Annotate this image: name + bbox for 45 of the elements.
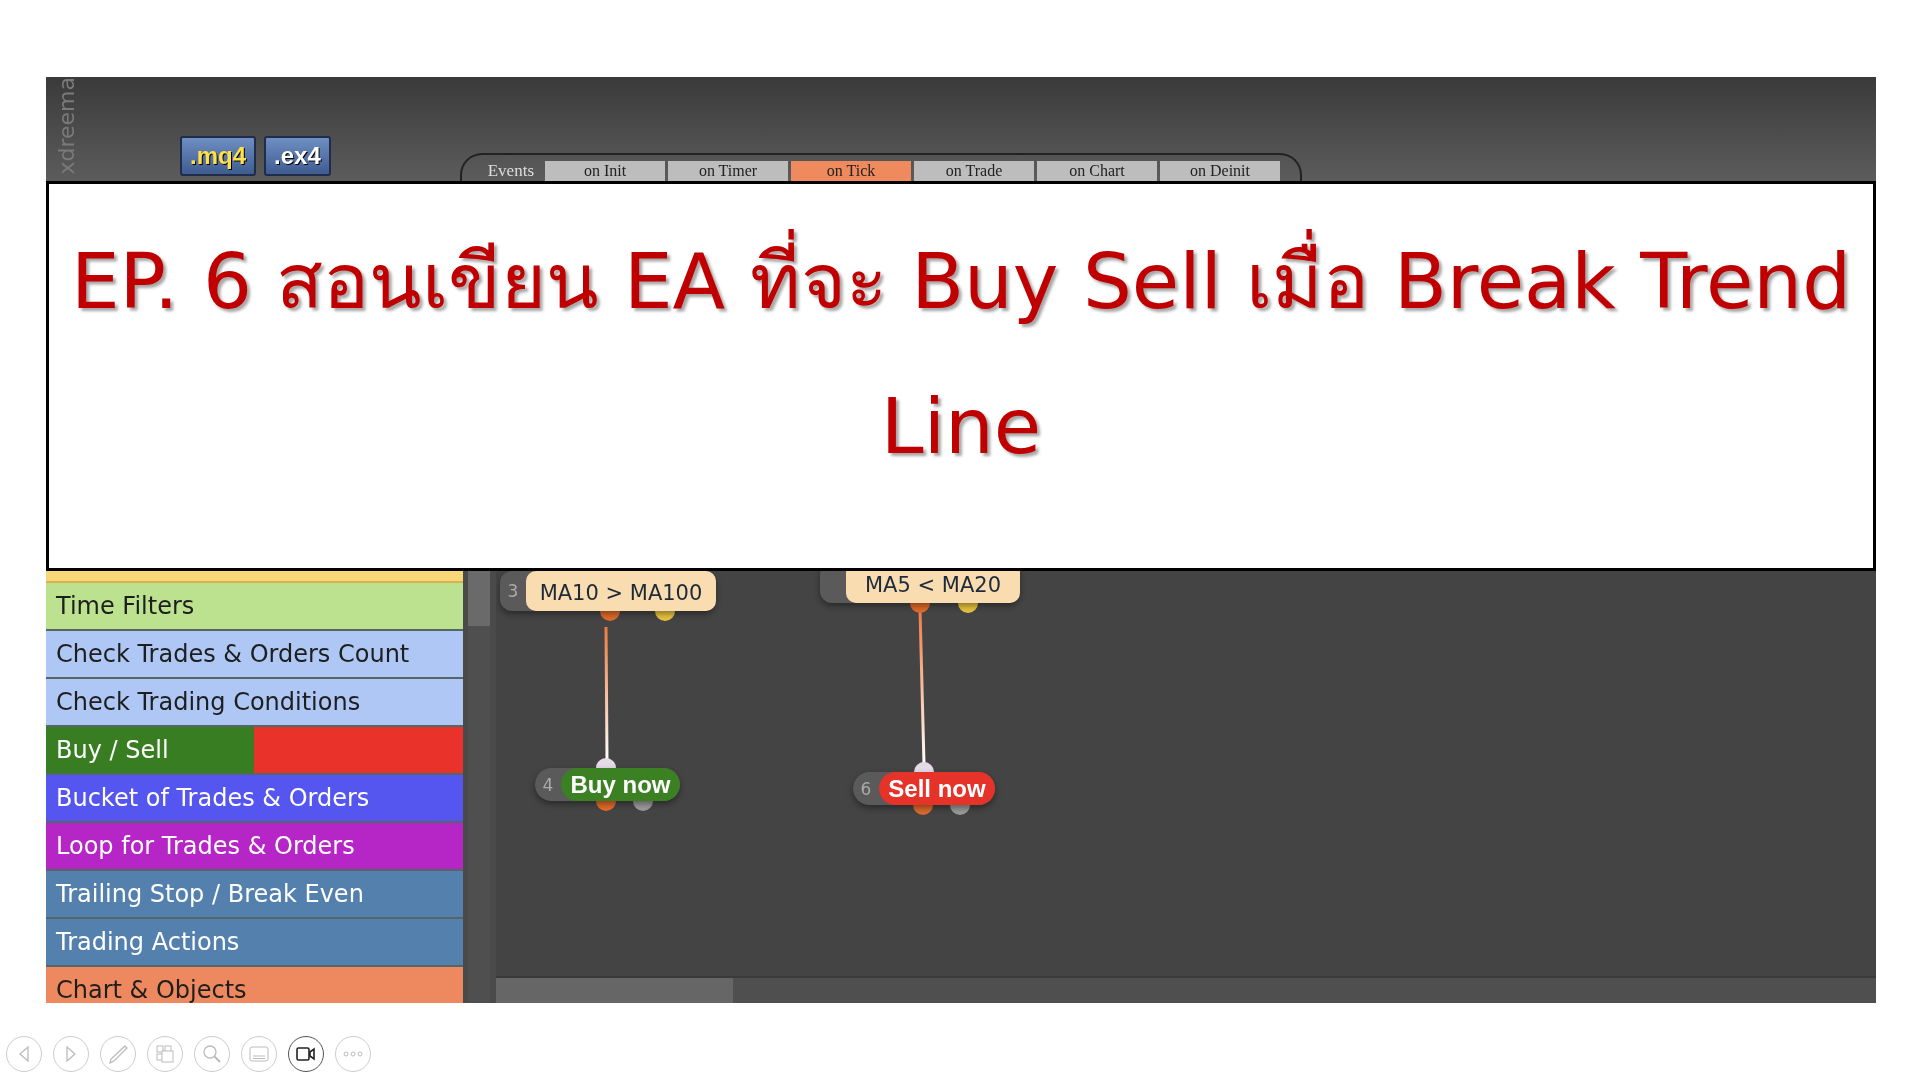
left-triangle-icon [18, 1046, 30, 1062]
category-item[interactable]: Buy / Sell [46, 727, 463, 775]
logo-text: xdreema [54, 77, 80, 175]
camera-button[interactable] [288, 1036, 324, 1072]
category-item[interactable]: Chart & Objects [46, 967, 463, 1003]
vertical-scrollbar[interactable] [468, 571, 490, 1003]
block-node[interactable]: 3 MA10 > MA100 [500, 571, 716, 611]
block-label: Sell now [879, 772, 995, 805]
block-node[interactable]: 4 Buy now [535, 768, 680, 801]
horizontal-scrollbar[interactable] [496, 976, 1876, 1003]
block-label: Buy now [561, 768, 680, 801]
previous-slide-button[interactable] [6, 1036, 42, 1072]
category-item[interactable]: Trading Actions [46, 919, 463, 967]
block-number: 3 [506, 581, 520, 601]
category-item[interactable]: Bucket of Trades & Orders [46, 775, 463, 823]
slide-title: EP. 6 สอนเขียน EA ที่จะ Buy Sell เมื่อ Break Trend Line [59, 209, 1863, 499]
ellipsis-icon [343, 1051, 363, 1057]
event-tab[interactable]: on Deinit [1160, 161, 1280, 181]
block-label: MA10 > MA100 [526, 571, 716, 611]
subtitles-icon [249, 1046, 269, 1062]
event-tab[interactable]: on Timer [668, 161, 788, 181]
zoom-button[interactable] [194, 1036, 230, 1072]
see-all-slides-button[interactable] [147, 1036, 183, 1072]
events-label: Events [487, 161, 534, 181]
category-item[interactable]: Loop for Trades & Orders [46, 823, 463, 871]
block-number: 6 [859, 778, 873, 799]
category-item[interactable]: Trailing Stop / Break Even [46, 871, 463, 919]
file-type-button[interactable]: .ex4 [264, 136, 331, 176]
event-tab[interactable]: on Chart [1037, 161, 1157, 181]
right-triangle-icon [65, 1046, 77, 1062]
file-type-button[interactable]: .mq4 [180, 136, 256, 176]
event-tab[interactable]: on Trade [914, 161, 1034, 181]
block-node[interactable]: 6 Sell now [853, 772, 995, 805]
event-tab[interactable]: on Tick [791, 161, 911, 181]
category-item[interactable]: Check Trades & Orders Count [46, 631, 463, 679]
slides-grid-icon [155, 1044, 175, 1064]
category-item[interactable]: Check Trading Conditions [46, 679, 463, 727]
event-tab[interactable]: on Init [545, 161, 665, 181]
next-slide-button[interactable] [53, 1036, 89, 1072]
pen-button[interactable] [100, 1036, 136, 1072]
magnifier-icon [202, 1044, 222, 1064]
block-number: 4 [541, 774, 555, 795]
video-camera-icon [296, 1047, 316, 1061]
pen-icon [108, 1044, 128, 1064]
category-item[interactable]: Time Filters [46, 583, 463, 631]
